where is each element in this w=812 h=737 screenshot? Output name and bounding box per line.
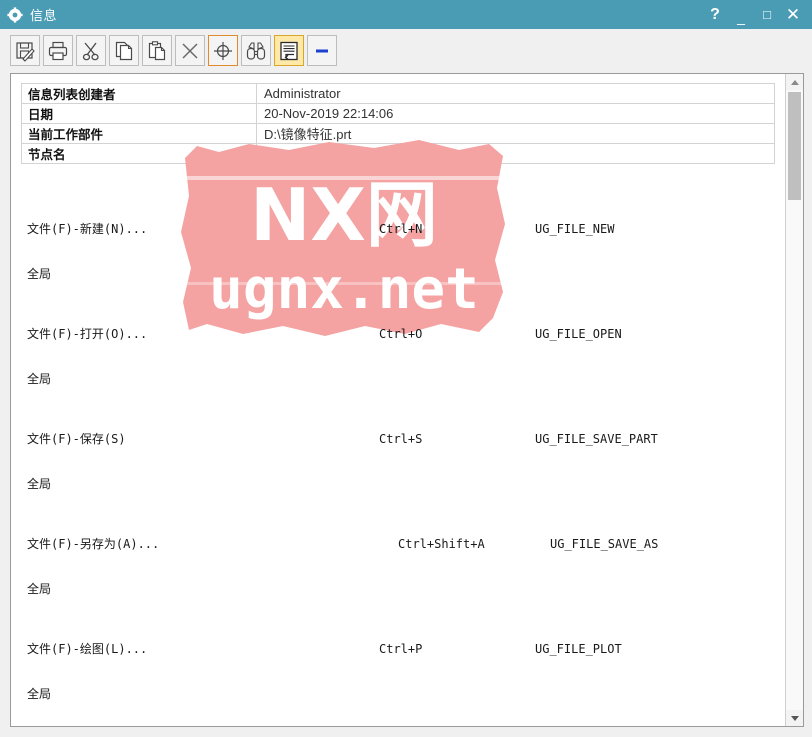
- scope-label: 全局: [27, 372, 52, 386]
- scope-label: 全局: [27, 687, 52, 701]
- copy-icon[interactable]: [109, 35, 139, 66]
- info-value: Administrator: [256, 83, 775, 104]
- scrollbar-thumb[interactable]: [788, 92, 801, 200]
- maximize-button[interactable]: □: [754, 2, 780, 28]
- cut-scissors-icon[interactable]: [76, 35, 106, 66]
- shortcut-key: Ctrl+S: [379, 432, 423, 446]
- list-item-scope: 全局: [27, 267, 785, 282]
- command-path: 文件(F)-绘图(L)...: [27, 642, 148, 656]
- minimize-button[interactable]: _: [728, 0, 754, 31]
- report-frame: 信息列表创建者 Administrator 日期 20-Nov-2019 22:…: [10, 73, 804, 727]
- window-title: 信息: [30, 8, 58, 23]
- list-item-scope: 全局: [27, 687, 785, 702]
- shortcut-key: Ctrl+Shift+A: [398, 537, 485, 551]
- list-item: 文件(F)-打开(O)... Ctrl+O UG_FILE_OPEN: [27, 327, 785, 342]
- list-item: 文件(F)-保存(S) Ctrl+S UG_FILE_SAVE_PART: [27, 432, 785, 447]
- info-key: 节点名: [21, 143, 257, 164]
- save-icon[interactable]: [10, 35, 40, 66]
- gear-icon: [6, 6, 24, 24]
- info-header-table: 信息列表创建者 Administrator 日期 20-Nov-2019 22:…: [21, 83, 775, 164]
- report-scroll-area: 信息列表创建者 Administrator 日期 20-Nov-2019 22:…: [11, 74, 785, 726]
- vertical-scrollbar[interactable]: [785, 74, 803, 726]
- action-name: UG_FILE_SAVE_AS: [550, 537, 659, 551]
- table-row: 信息列表创建者 Administrator: [21, 83, 775, 104]
- shortcut-key: Ctrl+O: [379, 327, 423, 341]
- info-key: 日期: [21, 103, 257, 124]
- scrollbar-track[interactable]: [786, 90, 803, 710]
- paste-clipboard-icon[interactable]: [142, 35, 172, 66]
- action-name: UG_FILE_NEW: [535, 222, 615, 236]
- action-name: UG_FILE_SAVE_PART: [535, 432, 658, 446]
- info-header-body: 信息列表创建者 Administrator 日期 20-Nov-2019 22:…: [21, 83, 775, 164]
- info-value: laoye: [256, 143, 775, 164]
- info-key: 当前工作部件: [21, 123, 257, 144]
- shortcut-listing: 文件(F)-新建(N)... Ctrl+N UG_FILE_NEW 全局 文件(…: [11, 177, 785, 726]
- window-controls: ? _ □ ✕: [702, 0, 806, 29]
- info-window: 信息 ? _ □ ✕ 信息列表创建者 Administrator 日期 20-N…: [0, 0, 812, 737]
- scope-label: 全局: [27, 267, 52, 281]
- scope-label: 全局: [27, 582, 52, 596]
- command-path: 文件(F)-新建(N)...: [27, 222, 148, 236]
- window-titlebar: 信息 ? _ □ ✕: [0, 0, 812, 29]
- crosshair-target-icon[interactable]: [208, 35, 238, 66]
- scroll-up-button[interactable]: [786, 74, 803, 90]
- list-item: 文件(F)-另存为(A)... Ctrl+Shift+A UG_FILE_SAV…: [27, 537, 785, 552]
- list-item: 文件(F)-绘图(L)... Ctrl+P UG_FILE_PLOT: [27, 642, 785, 657]
- list-item: 文件(F)-新建(N)... Ctrl+N UG_FILE_NEW: [27, 222, 785, 237]
- help-button[interactable]: ?: [702, 2, 728, 28]
- shortcut-key: Ctrl+P: [379, 642, 423, 656]
- action-name: UG_FILE_PLOT: [535, 642, 622, 656]
- chevron-up-icon: [790, 79, 799, 85]
- list-item-scope: 全局: [27, 372, 785, 387]
- toolbar: [0, 29, 812, 72]
- info-key: 信息列表创建者: [21, 83, 257, 104]
- binoculars-find-icon[interactable]: [241, 35, 271, 66]
- word-wrap-icon[interactable]: [274, 35, 304, 66]
- command-path: 文件(F)-另存为(A)...: [27, 537, 160, 551]
- table-row: 日期 20-Nov-2019 22:14:06: [21, 103, 775, 124]
- action-name: UG_FILE_OPEN: [535, 327, 622, 341]
- command-path: 文件(F)-打开(O)...: [27, 327, 148, 341]
- table-row: 节点名 laoye: [21, 143, 775, 164]
- chevron-down-icon: [790, 715, 799, 721]
- info-value: 20-Nov-2019 22:14:06: [256, 103, 775, 124]
- list-item-scope: 全局: [27, 477, 785, 492]
- command-path: 文件(F)-保存(S): [27, 432, 126, 446]
- delete-x-icon[interactable]: [175, 35, 205, 66]
- scroll-down-button[interactable]: [786, 710, 803, 726]
- table-row: 当前工作部件 D:\镜像特征.prt: [21, 123, 775, 144]
- close-button[interactable]: ✕: [780, 2, 806, 28]
- shortcut-key: Ctrl+N: [379, 222, 423, 236]
- minus-dash-icon[interactable]: [307, 35, 337, 66]
- print-icon[interactable]: [43, 35, 73, 66]
- scope-label: 全局: [27, 477, 52, 491]
- info-value: D:\镜像特征.prt: [256, 123, 775, 144]
- list-item-scope: 全局: [27, 582, 785, 597]
